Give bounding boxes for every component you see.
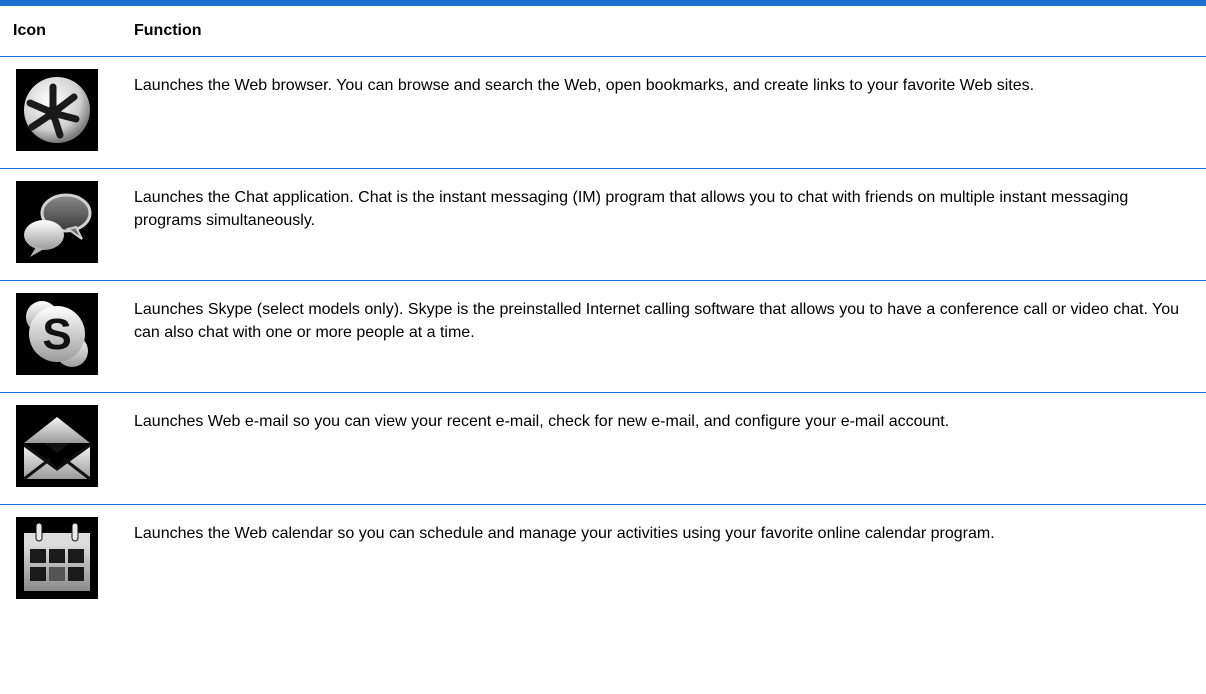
table-row: Launches Web e-mail so you can view your… bbox=[0, 393, 1206, 505]
table-row: S Launches Skype (select models only). S… bbox=[0, 281, 1206, 393]
table-row: Launches the Web browser. You can browse… bbox=[0, 57, 1206, 169]
function-description: Launches the Web calendar so you can sch… bbox=[134, 525, 995, 542]
header-icon-column: Icon bbox=[13, 22, 46, 39]
function-description: Launches the Chat application. Chat is t… bbox=[134, 189, 1129, 229]
chat-icon bbox=[16, 181, 98, 263]
web-browser-icon bbox=[16, 69, 98, 151]
calendar-icon bbox=[16, 517, 98, 599]
email-icon bbox=[16, 405, 98, 487]
function-description: Launches Web e-mail so you can view your… bbox=[134, 413, 950, 430]
icon-function-table: Icon Function Launches the Web browser. … bbox=[0, 0, 1206, 617]
table-row: Launches the Web calendar so you can sch… bbox=[0, 505, 1206, 617]
function-description: Launches Skype (select models only). Sky… bbox=[134, 301, 1180, 341]
table-header: Icon Function bbox=[0, 6, 1206, 57]
function-description: Launches the Web browser. You can browse… bbox=[134, 77, 1035, 94]
header-function-column: Function bbox=[134, 22, 202, 39]
svg-text:S: S bbox=[42, 310, 71, 359]
table-row: Launches the Chat application. Chat is t… bbox=[0, 169, 1206, 281]
skype-icon: S bbox=[16, 293, 98, 375]
